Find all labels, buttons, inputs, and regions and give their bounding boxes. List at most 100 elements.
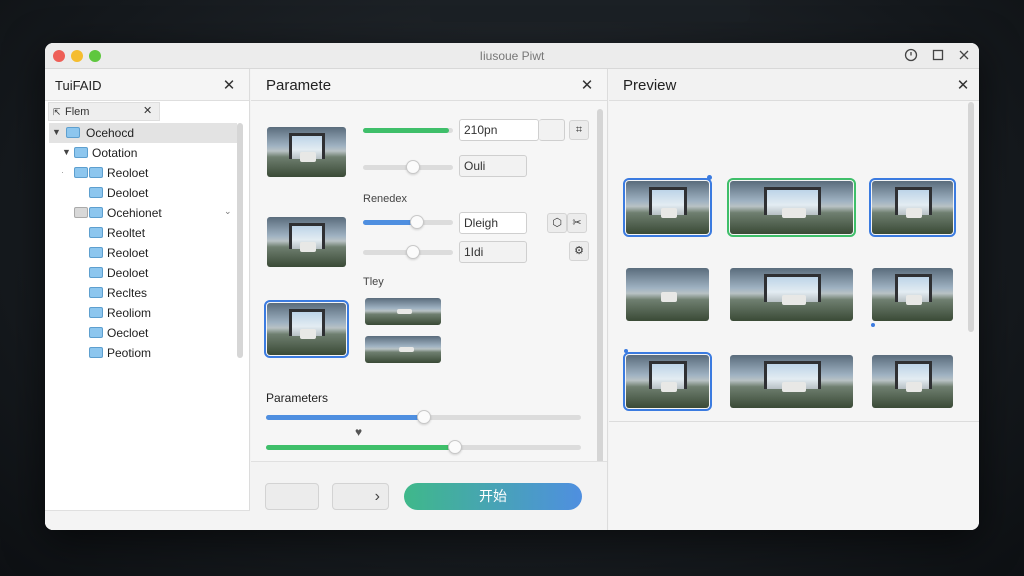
- slider-knob[interactable]: [410, 215, 424, 229]
- close-icon[interactable]: [956, 48, 972, 64]
- slider[interactable]: [363, 160, 453, 174]
- slider-knob[interactable]: [405, 160, 420, 174]
- preview-divider: [609, 421, 979, 422]
- folder-icon: [89, 247, 103, 258]
- window-title: Iiusoue Piwt: [479, 49, 545, 63]
- image-thumbnail[interactable]: [365, 298, 441, 325]
- selection-dot: [707, 175, 712, 180]
- tools-icon[interactable]: ✂: [567, 213, 587, 233]
- tree-item[interactable]: Reoliom: [49, 303, 237, 323]
- file-tree-panel: TuiFAID ✕ ⇱ Flem ✕ ▼ Ocehocd ▼ Ootation …: [45, 69, 250, 530]
- tree-item[interactable]: Reoltet: [49, 223, 237, 243]
- slider[interactable]: [266, 410, 581, 424]
- tab-file-label: Flem: [65, 106, 90, 118]
- tree-item[interactable]: ▼ Ocehocd: [49, 123, 237, 143]
- value-field[interactable]: 210pn: [459, 119, 539, 141]
- image-thumbnail-selected[interactable]: [264, 300, 349, 358]
- mid-scrollbar[interactable]: [597, 109, 603, 464]
- parameters-heading: Parameters: [266, 391, 329, 405]
- parameters-panel: Paramete ✕ 210pn ⌗ Ouli Renedex Dleigh ⬡…: [251, 69, 608, 530]
- chevron-down-icon[interactable]: ⌄: [224, 206, 232, 217]
- tree-item[interactable]: · Reoloet: [49, 163, 237, 183]
- start-button[interactable]: 开始: [404, 483, 582, 510]
- value-field[interactable]: Ouli: [459, 155, 527, 177]
- preview-thumbnail[interactable]: [730, 268, 853, 321]
- tree-item[interactable]: Recltes: [49, 283, 237, 303]
- close-icon[interactable]: ✕: [579, 76, 595, 94]
- folder-icon: [74, 207, 88, 218]
- value-field[interactable]: 1Idi: [459, 241, 527, 263]
- app-window: Iiusoue Piwt TuiFAID ✕ ⇱ Flem ✕ ▼ Ocehoc…: [45, 43, 979, 530]
- preview-panel: Preview ✕: [609, 69, 979, 530]
- left-scrollbar[interactable]: [237, 123, 243, 358]
- right-panel-title: Preview: [623, 77, 677, 94]
- tree-item[interactable]: Deoloet: [49, 263, 237, 283]
- value-field[interactable]: Dleigh: [459, 212, 527, 234]
- close-icon[interactable]: ✕: [955, 76, 971, 94]
- tab-close-icon[interactable]: ✕: [143, 104, 152, 117]
- folder-icon: [89, 207, 103, 218]
- selection-dot: [871, 323, 875, 327]
- folder-icon: [74, 147, 88, 158]
- settings-icon[interactable]: ⚙: [569, 241, 589, 261]
- heart-icon: ♥: [355, 425, 363, 439]
- mid-panel-header: Paramete ✕: [251, 69, 607, 101]
- slider-knob[interactable]: [448, 440, 462, 454]
- slider[interactable]: [266, 440, 581, 454]
- tab-underline: [709, 100, 979, 101]
- folder-icon: [89, 327, 103, 338]
- next-button[interactable]: ›: [332, 483, 389, 510]
- preview-thumbnail-selected[interactable]: [623, 178, 712, 237]
- selection-dot: [624, 349, 628, 353]
- folder-icon: [89, 287, 103, 298]
- folder-icon: [89, 347, 103, 358]
- folder-icon: [89, 307, 103, 318]
- preview-thumbnail[interactable]: [626, 268, 709, 321]
- right-panel-header: Preview ✕: [609, 69, 979, 101]
- slider-knob[interactable]: [416, 410, 431, 424]
- caret-down-icon[interactable]: ▼: [62, 147, 71, 157]
- tree-item[interactable]: Peotiom: [49, 343, 237, 363]
- secondary-button[interactable]: [265, 483, 319, 510]
- slider[interactable]: [363, 215, 453, 229]
- image-thumbnail[interactable]: [365, 336, 441, 363]
- preview-thumbnail-selected[interactable]: [623, 352, 712, 411]
- right-scrollbar[interactable]: [968, 102, 974, 332]
- slider[interactable]: [363, 245, 453, 259]
- preview-thumbnail-selected[interactable]: [869, 178, 956, 237]
- left-panel-footer: [45, 510, 250, 530]
- tree-item[interactable]: ▼ Ootation: [49, 143, 237, 163]
- image-thumbnail[interactable]: [267, 217, 346, 267]
- folder-icon: [89, 267, 103, 278]
- pin-icon: ⇱: [53, 107, 61, 117]
- background-monitor-bar: [430, 0, 750, 22]
- preview-thumbnail[interactable]: [872, 355, 953, 408]
- shield-icon[interactable]: ⬡: [547, 213, 567, 233]
- close-icon[interactable]: ✕: [221, 76, 237, 94]
- left-panel-header: TuiFAID ✕: [45, 69, 249, 101]
- slider[interactable]: [363, 128, 453, 133]
- grid-icon[interactable]: ⌗: [569, 120, 589, 140]
- folder-icon: [89, 227, 103, 238]
- slider-fill: [363, 128, 449, 133]
- maximize-icon[interactable]: [930, 48, 946, 64]
- preview-thumbnail-selected[interactable]: [727, 178, 856, 237]
- folder-icon: [66, 127, 80, 138]
- tree-item[interactable]: Reoloet: [49, 243, 237, 263]
- tree-item[interactable]: Ocehionet ⌄: [49, 203, 237, 223]
- mid-panel-footer: › 开始: [251, 461, 607, 530]
- preview-thumbnail[interactable]: [730, 355, 853, 408]
- image-thumbnail[interactable]: [267, 127, 346, 177]
- slider-fill: [266, 445, 455, 450]
- tree-item[interactable]: Oecloet: [49, 323, 237, 343]
- preview-thumbnail[interactable]: [872, 268, 953, 321]
- folder-icon: [89, 167, 103, 178]
- tree-item[interactable]: Deoloet: [49, 183, 237, 203]
- slider-fill: [266, 415, 424, 420]
- caret-down-icon[interactable]: ▼: [52, 127, 61, 137]
- field-addon: [539, 119, 565, 141]
- title-bar: Iiusoue Piwt: [45, 43, 979, 69]
- clock-icon[interactable]: [903, 48, 919, 64]
- slider-knob[interactable]: [405, 245, 420, 259]
- folder-icon: [74, 167, 88, 178]
